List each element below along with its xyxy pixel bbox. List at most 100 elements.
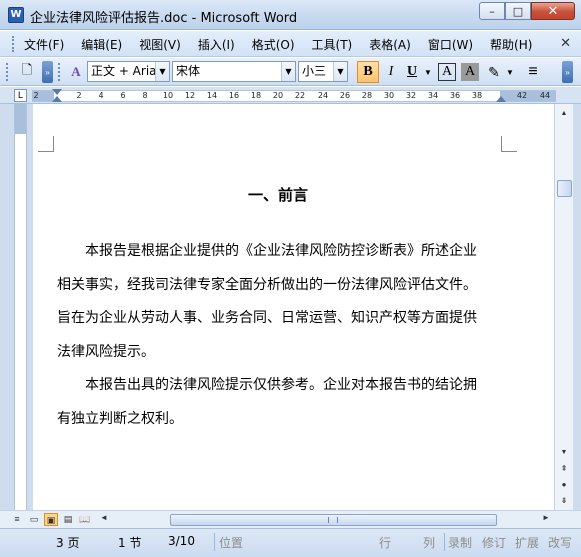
ruler-tick: 6 [120, 91, 126, 100]
maximize-button[interactable]: □ [505, 2, 531, 20]
ruler-tick: 4 [98, 91, 104, 100]
vertical-ruler[interactable] [14, 104, 27, 510]
document-close-icon[interactable]: ✕ [560, 35, 571, 51]
tab-selector-button[interactable]: L [14, 89, 27, 102]
horizontal-ruler[interactable]: 2 2 4 6 8 10 12 14 16 18 20 22 24 26 28 … [32, 89, 556, 102]
horizontal-scroll-thumb[interactable] [170, 514, 497, 526]
ruler-tick: 32 [405, 91, 417, 100]
status-divider [444, 533, 445, 551]
right-indent-marker[interactable] [496, 96, 506, 102]
status-divider [214, 533, 215, 551]
menu-file[interactable]: 文件(F) [24, 36, 64, 53]
bold-button[interactable]: B [357, 61, 379, 83]
menu-window[interactable]: 窗口(W) [428, 36, 473, 53]
body-line[interactable]: 法律风险提示。 [57, 336, 505, 370]
window-controls: – □ ✕ [479, 2, 575, 20]
menu-help[interactable]: 帮助(H) [490, 36, 532, 53]
scroll-thumb-grip [328, 517, 338, 523]
style-dropdown[interactable]: 正文 + Aria ▼ [87, 61, 170, 82]
word-app-icon[interactable]: W [8, 7, 24, 23]
vertical-ruler-area [0, 104, 33, 510]
body-line[interactable]: 相关事实，经我司法律专家全面分析做出的一份法律风险评估文件。 [57, 269, 505, 303]
character-border-button[interactable]: A [438, 63, 456, 81]
ruler-tick: 10 [162, 91, 174, 100]
highlight-icon[interactable]: ✎ [484, 61, 504, 83]
vertical-scroll-thumb[interactable] [557, 180, 572, 197]
ruler-tick: 14 [206, 91, 218, 100]
previous-page-icon[interactable]: ⇞ [556, 462, 572, 475]
page-corner-mark-top-right [501, 136, 517, 152]
menu-table[interactable]: 表格(A) [369, 36, 411, 53]
styles-pane-icon[interactable]: A [66, 61, 86, 83]
highlight-options-chevron-icon[interactable]: ▼ [505, 61, 515, 83]
menu-view[interactable]: 视图(V) [139, 36, 181, 53]
hanging-indent-marker[interactable] [52, 96, 62, 102]
scroll-up-arrow-icon[interactable]: ▲ [556, 105, 572, 121]
body-line[interactable]: 有独立判断之权利。 [57, 403, 505, 437]
ruler-tick: 44 [539, 91, 551, 100]
next-page-icon[interactable]: ⇟ [556, 494, 572, 507]
ruler-tick: 2 [76, 91, 82, 100]
chevron-down-icon[interactable]: ▼ [281, 62, 295, 81]
close-button[interactable]: ✕ [531, 2, 575, 20]
body-line[interactable]: 本报告是根据企业提供的《企业法律风险防控诊断表》所述企业 [57, 235, 505, 269]
status-overwrite[interactable]: 改写 [548, 534, 572, 551]
status-revise[interactable]: 修订 [482, 534, 506, 551]
menu-insert[interactable]: 插入(I) [198, 36, 235, 53]
menu-bar: 文件(F) 编辑(E) 视图(V) 插入(I) 格式(O) 工具(T) 表格(A… [0, 31, 581, 57]
toolbar-grip-handle[interactable] [6, 63, 9, 81]
web-layout-view-icon[interactable]: ▭ [27, 513, 41, 526]
font-dropdown[interactable]: 宋体 ▼ [172, 61, 296, 82]
underline-button[interactable]: U [402, 61, 422, 83]
font-size-dropdown[interactable]: 小三 ▼ [298, 61, 348, 82]
reading-layout-view-icon[interactable]: 📖 [78, 513, 92, 526]
menu-grip-handle[interactable] [12, 36, 15, 52]
window-border-right [573, 104, 581, 510]
body-line[interactable]: 旨在为企业从劳动人事、业务合同、日常运营、知识产权等方面提供 [57, 302, 505, 336]
vertical-ruler-margin [15, 104, 26, 134]
style-value: 正文 + Aria [91, 64, 157, 78]
document-page[interactable]: 一、前言 本报告是根据企业提供的《企业法律风险防控诊断表》所述企业 相关事实，经… [33, 104, 554, 510]
vertical-scrollbar[interactable]: ▲ ▼ ⇞ ● ⇟ [554, 104, 573, 510]
new-document-icon[interactable]: 🗋 [16, 61, 38, 83]
title-bar: W 企业法律风险评估报告.doc - Microsoft Word – □ ✕ [0, 0, 581, 30]
horizontal-scroll-row: ≡ ▭ ▣ ▤ 📖 ◄ ► [0, 510, 581, 528]
paragraph-align-icon[interactable]: ≡ [522, 61, 544, 83]
menu-tools[interactable]: 工具(T) [312, 36, 353, 53]
first-line-indent-marker[interactable] [52, 89, 62, 95]
ruler-tick: 12 [184, 91, 196, 100]
ruler-tick: 24 [317, 91, 329, 100]
toolbar-grip-handle-2[interactable] [58, 63, 61, 81]
document-heading[interactable]: 一、前言 [33, 184, 523, 205]
body-line[interactable]: 本报告出具的法律风险提示仅供参考。企业对本报告书的结论拥 [57, 369, 505, 403]
scroll-right-arrow-icon[interactable]: ► [542, 513, 550, 522]
chevron-down-icon[interactable]: ▼ [155, 62, 169, 81]
ruler-tick: 34 [427, 91, 439, 100]
scroll-left-arrow-icon[interactable]: ◄ [100, 513, 108, 522]
ruler-tick: 36 [449, 91, 461, 100]
print-layout-view-icon[interactable]: ▣ [44, 513, 58, 526]
underline-options-chevron-icon[interactable]: ▼ [423, 61, 433, 83]
status-record[interactable]: 录制 [448, 534, 472, 551]
font-value: 宋体 [176, 64, 201, 78]
ruler-tick: 18 [250, 91, 262, 100]
document-body[interactable]: 本报告是根据企业提供的《企业法律风险防控诊断表》所述企业 相关事实，经我司法律专… [57, 235, 505, 436]
minimize-button[interactable]: – [479, 2, 505, 20]
menu-edit[interactable]: 编辑(E) [81, 36, 122, 53]
status-line: 行 [379, 536, 392, 550]
scroll-down-arrow-icon[interactable]: ▼ [556, 444, 572, 460]
toolbar-options-chevron-icon[interactable]: » [42, 61, 53, 83]
status-extend[interactable]: 扩展 [515, 534, 539, 551]
chevron-down-icon[interactable]: ▼ [333, 62, 347, 81]
ruler-tick: 22 [294, 91, 306, 100]
status-section: 1 节 [118, 536, 142, 550]
normal-view-icon[interactable]: ≡ [10, 513, 24, 526]
select-browse-object-icon[interactable]: ● [556, 478, 572, 491]
outline-view-icon[interactable]: ▤ [61, 513, 75, 526]
status-page: 3 页 [56, 536, 80, 550]
italic-button[interactable]: I [381, 61, 401, 83]
toolbar-overflow-chevron-icon[interactable]: » [562, 61, 573, 83]
ruler-tick: 2 [33, 91, 39, 100]
character-shading-button[interactable]: A [461, 63, 479, 81]
menu-format[interactable]: 格式(O) [252, 36, 295, 53]
